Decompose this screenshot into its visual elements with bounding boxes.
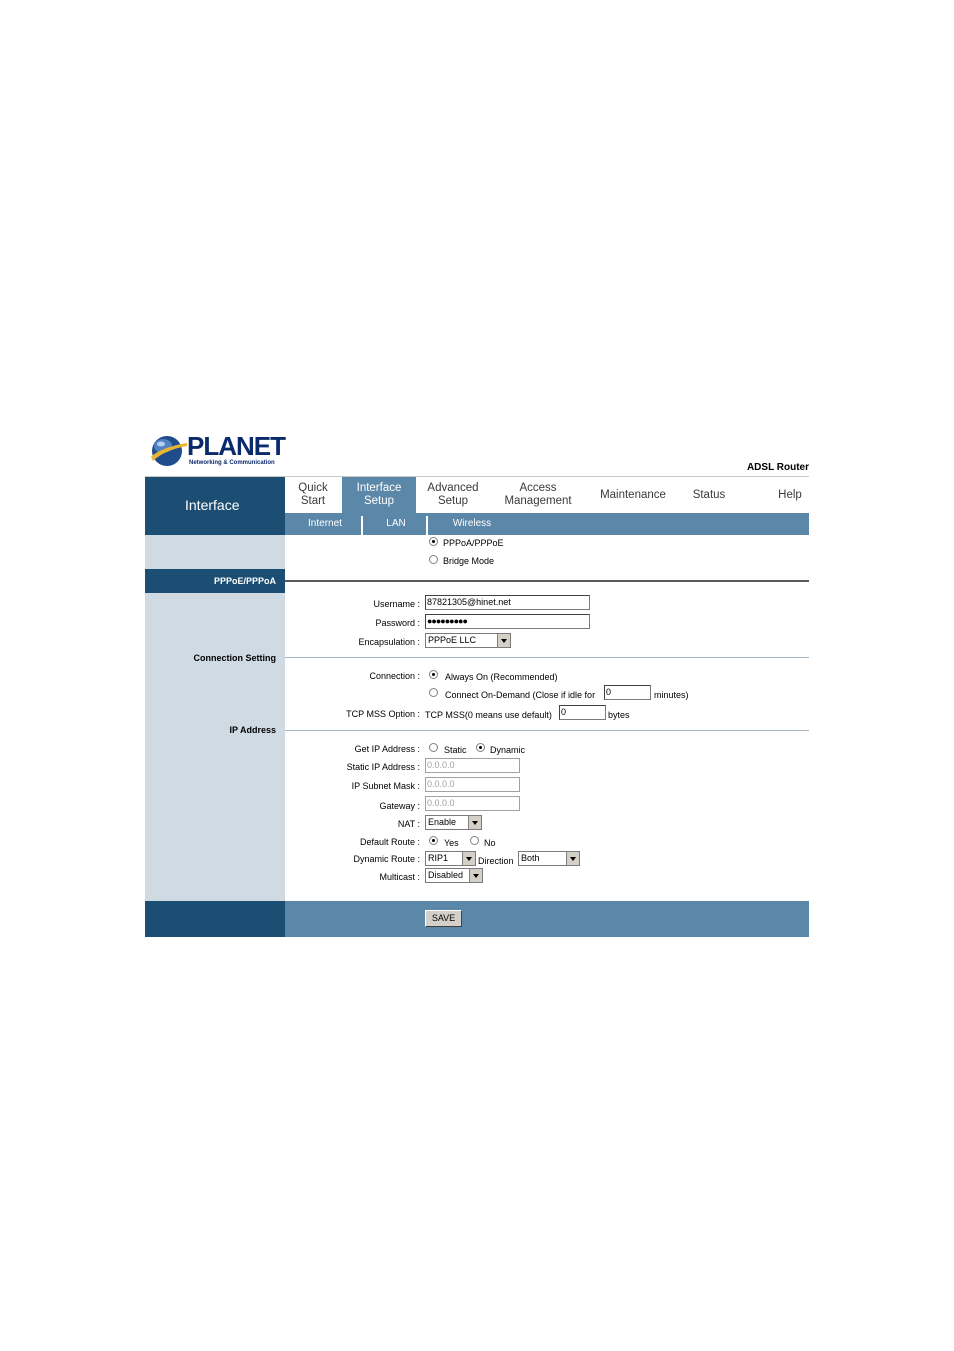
radio-dynamic[interactable] — [476, 743, 485, 752]
chevron-down-icon — [497, 634, 510, 647]
brand-tagline: Networking & Communication — [189, 460, 275, 466]
globe-icon — [151, 436, 187, 466]
page-title: Interface — [185, 497, 240, 513]
static-ip-input[interactable]: 0.0.0.0 — [425, 758, 520, 773]
radio-on-demand[interactable] — [429, 688, 438, 697]
dynamic-route-label: Dynamic Route : — [353, 854, 420, 864]
direction-select[interactable]: Both — [518, 851, 580, 866]
on-demand-label: Connect On-Demand (Close if idle for — [445, 690, 596, 700]
tab-label: Interface — [356, 482, 402, 494]
tab-label: Maintenance — [600, 488, 666, 501]
yes-label: Yes — [444, 838, 459, 848]
ip-address-label: IP Address — [229, 725, 276, 735]
tab-label: Setup — [437, 495, 469, 507]
row-divider — [285, 730, 809, 731]
dynamic-label: Dynamic — [490, 745, 526, 755]
tab-label: Advanced — [427, 482, 479, 494]
subtab-divider — [426, 516, 428, 535]
tab-label: Access — [519, 482, 557, 494]
chevron-down-icon — [462, 852, 475, 865]
tab-label: Help — [778, 488, 802, 501]
idle-minutes-input[interactable]: 0 — [604, 685, 651, 700]
section-pppoe-band: PPPoE/PPPoA — [145, 569, 285, 593]
static-label: Static — [444, 745, 467, 755]
sub-tabs: Internet LAN Wireless — [285, 513, 809, 535]
always-on-label: Always On (Recommended) — [445, 672, 558, 682]
connection-setting-label: Connection Setting — [193, 653, 277, 663]
subtab-internet[interactable]: Internet — [301, 513, 349, 535]
tab-label: Setup — [363, 495, 395, 507]
nat-label: NAT : — [397, 819, 420, 829]
nat-select[interactable]: Enable — [425, 815, 482, 830]
radio-default-route-yes[interactable] — [429, 836, 438, 845]
radio-default-route-no[interactable] — [470, 836, 479, 845]
tab-interface-setup[interactable]: Interface Setup — [342, 477, 416, 513]
radio-pppoa-pppoe[interactable] — [429, 537, 438, 546]
encapsulation-label: Encapsulation : — [358, 637, 420, 647]
select-value: PPPoE LLC — [428, 635, 477, 645]
left-title-panel: Interface — [145, 477, 285, 535]
product-name: ADSL Router — [746, 462, 809, 473]
chevron-down-icon — [566, 852, 579, 865]
mode-option-label: Bridge Mode — [443, 556, 495, 566]
brand-name: PLANET — [187, 431, 286, 461]
tcp-mss-input[interactable]: 0 — [559, 705, 606, 720]
username-input[interactable]: 87821305@hinet.net — [425, 595, 590, 610]
gateway-label: Gateway : — [379, 801, 420, 811]
subtab-wireless[interactable]: Wireless — [445, 513, 499, 535]
chevron-down-icon — [468, 816, 481, 829]
tab-advanced-setup[interactable]: Advanced Setup — [422, 477, 484, 513]
no-label: No — [484, 838, 496, 848]
select-value: Disabled — [428, 870, 464, 880]
subtab-lan[interactable]: LAN — [377, 513, 415, 535]
password-input[interactable]: ●●●●●●●●● — [425, 614, 590, 629]
direction-label: Direction — [478, 856, 514, 866]
tab-status[interactable]: Status — [685, 477, 733, 513]
minutes-label: minutes) — [654, 690, 689, 700]
tab-label: Start — [300, 495, 326, 507]
tab-access-management[interactable]: Access Management — [498, 477, 578, 513]
tab-label: Quick — [298, 482, 328, 494]
multicast-label: Multicast : — [379, 872, 420, 882]
main-tabs: Quick Start Interface Setup Advanced Setup … — [285, 477, 809, 513]
tcp-mss-label: TCP MSS Option : — [346, 709, 420, 719]
chevron-down-icon — [469, 869, 482, 882]
router-admin-frame: PLANET Networking & Communication ADSL R… — [145, 425, 809, 937]
bytes-label: bytes — [608, 710, 630, 720]
encapsulation-select[interactable]: PPPoE LLC — [425, 633, 511, 648]
get-ip-label: Get IP Address : — [354, 744, 420, 754]
mode-option-label: PPPoA/PPPoE — [443, 538, 504, 548]
username-label: Username : — [373, 599, 420, 609]
gateway-input[interactable]: 0.0.0.0 — [425, 796, 520, 811]
multicast-select[interactable]: Disabled — [425, 868, 483, 883]
radio-always-on[interactable] — [429, 670, 438, 679]
tab-maintenance[interactable]: Maintenance — [591, 477, 675, 513]
subnet-label: IP Subnet Mask : — [351, 781, 420, 791]
select-value: Both — [521, 853, 540, 863]
password-label: Password : — [375, 618, 420, 628]
select-value: Enable — [428, 817, 457, 827]
connection-label: Connection : — [369, 671, 420, 681]
left-footer — [145, 901, 285, 937]
default-route-label: Default Route : — [359, 837, 420, 847]
tab-label: Status — [692, 488, 726, 501]
row-divider — [285, 657, 809, 658]
select-value: RIP1 — [428, 853, 449, 863]
tab-quick-start[interactable]: Quick Start — [291, 477, 335, 513]
tab-label: Management — [504, 495, 572, 507]
planet-logo: PLANET Networking & Communication — [149, 431, 289, 469]
subtab-divider — [361, 516, 363, 535]
radio-bridge-mode[interactable] — [429, 555, 438, 564]
tab-help[interactable]: Help — [765, 477, 815, 513]
subnet-input[interactable]: 0.0.0.0 — [425, 777, 520, 792]
save-button[interactable]: SAVE — [425, 910, 462, 927]
static-ip-label: Static IP Address : — [346, 762, 420, 772]
footer-bar: SAVE — [285, 901, 809, 937]
tcp-mss-text: TCP MSS(0 means use default) — [425, 710, 552, 720]
section-divider — [285, 580, 809, 582]
radio-static[interactable] — [429, 743, 438, 752]
dynamic-route-select[interactable]: RIP1 — [425, 851, 476, 866]
